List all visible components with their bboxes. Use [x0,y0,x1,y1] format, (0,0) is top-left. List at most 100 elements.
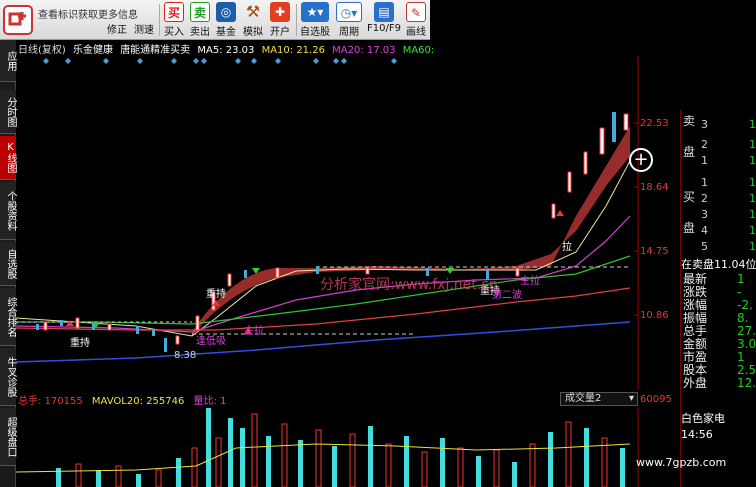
speedtest-button[interactable]: 测速 [131,20,157,38]
toolbar-separator [296,4,297,36]
signal-markers [43,58,397,64]
price-chart[interactable] [16,56,680,390]
buy-level: 5 [701,240,708,253]
chart-note-1: 重持 [70,338,90,349]
ma10-value: MA10: 21.26 [261,45,325,55]
account-icon: ✚ [270,2,290,22]
sell-price: 1 [749,138,756,151]
clock-icon: ◷▾ [336,2,362,22]
simulate-button[interactable]: ⚒ 模拟 [240,2,266,38]
sell-button[interactable]: 卖 卖出 [188,2,212,38]
mavol-line [16,443,631,473]
buy-label: 买入 [164,27,184,38]
volume-header: 总手: 170155 MAVOL20: 255746 量比: 1 [18,392,227,407]
toolbar-separator [159,4,160,36]
simulate-label: 模拟 [243,27,263,38]
open-account-label: 开户 [270,27,290,38]
watchlist-button[interactable]: ★▾ 自选股 [298,2,332,38]
sell-row-3: 31 [681,118,756,138]
buy-price: 1 [749,208,756,221]
chart-note-4: 主拉 [244,326,264,337]
sell-icon: 卖 [190,2,210,22]
tab-kline[interactable]: K线图 [0,136,16,180]
period-mode[interactable]: 日线(复权) [18,45,66,55]
indicator-select-value: 成交量2 [565,393,602,404]
indicator-name: 唐能通精准买卖 [120,45,191,55]
f10-button[interactable]: ▤ F10/F9 [366,2,402,38]
buy-price: 1 [749,176,756,189]
ma5-line [16,160,631,337]
draw-line-button[interactable]: ✎ 画线 [404,2,428,38]
buy-button[interactable]: 买 买入 [162,2,186,38]
info-value: 12.2 [737,376,756,390]
tab-stock-info[interactable]: 个股资料 [0,182,16,240]
sell-level: 1 [701,154,708,167]
correct-button[interactable]: 修正 [104,20,130,38]
sell-label: 卖出 [190,27,210,38]
volume-axis-top: 60095 [640,394,672,405]
stock-name: 乐金健康 [73,45,113,55]
tab-stock-info-label: 个股资料 [5,190,16,231]
info-outer: 外盘 12.2 [681,377,756,390]
buy-level: 4 [701,224,708,237]
toolbar: 查看标识获取更多信息 修正 测速 买 买入 卖 卖出 ◎ 基金 ⚒ 模拟 ✚ 开… [0,0,430,40]
chart-header: 日线(复权) 乐金健康 唐能通精准买卖 MA5: 23.03 MA10: 21.… [18,41,433,55]
tab-ranking[interactable]: 综合排名 [0,288,16,346]
search-hint[interactable]: 查看标识获取更多信息 [38,6,156,21]
sell-level: 3 [701,118,708,131]
indicator-select[interactable]: 成交量2 ▾ [560,392,638,406]
sell-price: 1 [749,154,756,167]
buy-level: 3 [701,208,708,221]
low-price-label: 8.38 [174,350,197,361]
tab-diagnosis-label: 牛叉诊股 [5,356,16,397]
tab-intraday-label: 分时图 [5,96,16,127]
ma5-value: MA5: 23.03 [197,45,255,55]
period-button[interactable]: ◷▾ 周期 [334,2,364,38]
buy-price: 1 [749,240,756,253]
sell-price: 1 [749,118,756,131]
bid-position: 在卖盘11.04位置 [681,258,756,271]
tab-diagnosis[interactable]: 牛叉诊股 [0,348,16,406]
watchlist-label: 自选股 [300,27,330,38]
info-key: 外盘 [683,376,708,390]
f10-label: F10/F9 [367,23,401,34]
f10-icon: ▤ [374,2,394,22]
tab-watchlist[interactable]: 自选股 [0,242,16,286]
sector-name[interactable]: 白色家电 [681,410,756,426]
tab-watchlist-label: 自选股 [5,248,16,279]
tab-apps[interactable]: 应用 [0,40,16,82]
tab-ranking-label: 综合排名 [5,296,16,337]
sell-level: 2 [701,138,708,151]
price-tick-4: 10.86 [640,310,669,321]
period-label: 周期 [339,27,359,38]
buy-icon: 买 [164,2,184,22]
buy-price: 1 [749,224,756,237]
app-logo-icon[interactable] [2,4,34,36]
zoom-in-button[interactable]: + [629,148,653,172]
buy-price: 1 [749,192,756,205]
tab-intraday[interactable]: 分时图 [0,90,16,134]
sell-row-1: 11 [681,154,756,174]
volume-chart[interactable] [16,408,680,487]
draw-icon: ✎ [406,2,426,22]
chart-note-2: 重持 [206,289,226,300]
volume-total: 总手: 170155 [18,396,83,407]
tab-super-board-label: 超级盘口 [5,416,16,457]
buy-level: 2 [701,192,708,205]
price-tick-1: 22.53 [640,118,669,129]
site-watermark: www.7gpzb.com [636,456,727,469]
indicator-band [192,126,630,336]
candlesticks [36,112,629,352]
fund-button[interactable]: ◎ 基金 [214,2,238,38]
order-book-panel: 卖盘 31 21 11 买盘 11 21 31 41 51 在卖盘11.04位置… [680,110,756,487]
open-account-button[interactable]: ✚ 开户 [267,2,293,38]
draw-line-label: 画线 [406,27,426,38]
tab-super-board[interactable]: 超级盘口 [0,408,16,466]
chart-note-5: 主拉 [520,276,540,287]
ma60-value: MA60: 14 [402,45,433,55]
volume-mavol: MAVOL20: 255746 [91,396,185,407]
star-icon: ★▾ [301,2,329,22]
chart-note-8: 逢低吸 [196,336,226,347]
chart-note-6: 拉 [562,242,572,253]
volume-ratio: 量比: 1 [193,396,227,407]
